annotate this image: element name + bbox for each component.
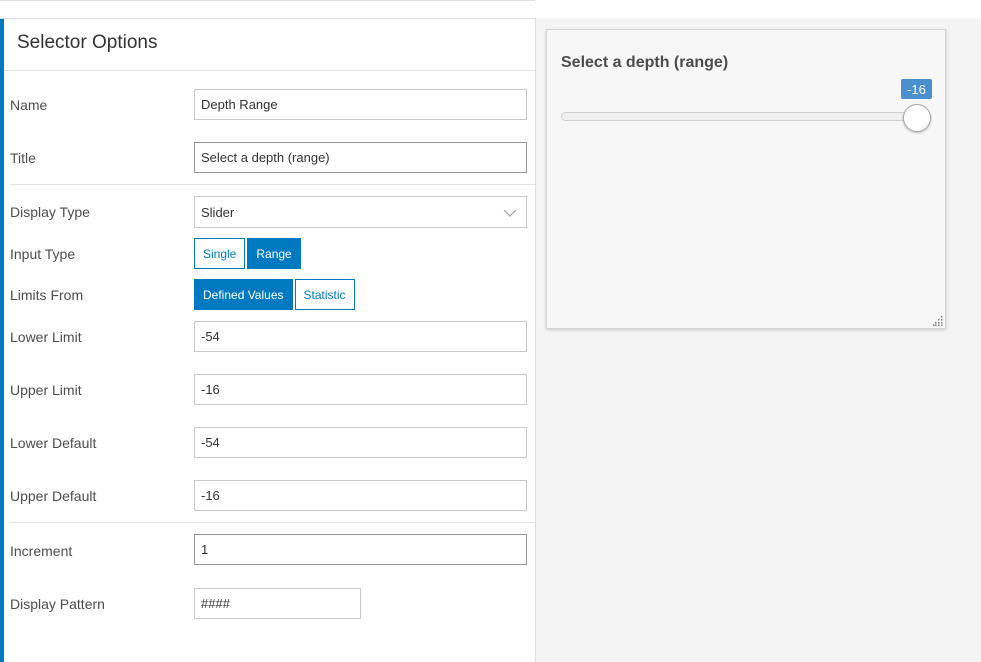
page-title: Selector Options: [17, 32, 158, 53]
name-input[interactable]: [194, 89, 527, 120]
top-divider: [0, 18, 535, 19]
upper-limit-label: Upper Limit: [10, 382, 82, 398]
input-type-toggle: Single Range: [194, 238, 301, 269]
chevron-down-icon: [503, 209, 517, 217]
section-divider: [10, 522, 535, 523]
display-type-select[interactable]: Slider: [194, 196, 527, 228]
selector-options-panel: Selector Options Name Title Display Type…: [0, 0, 535, 662]
limits-statistic-button[interactable]: Statistic: [294, 279, 355, 310]
lower-limit-input[interactable]: [194, 321, 527, 352]
input-type-label: Input Type: [10, 246, 76, 262]
slider-handle[interactable]: [903, 104, 931, 132]
input-type-range-button[interactable]: Range: [247, 238, 301, 269]
slider-track[interactable]: [561, 112, 931, 121]
lower-default-label: Lower Default: [10, 435, 97, 451]
limits-defined-values-button[interactable]: Defined Values: [194, 279, 293, 310]
title-divider: [4, 70, 535, 71]
lower-default-input[interactable]: [194, 427, 527, 458]
limits-from-label: Limits From: [10, 287, 84, 303]
upper-limit-input[interactable]: [194, 374, 527, 405]
panel-accent-bar: [0, 19, 4, 662]
name-label: Name: [10, 97, 48, 113]
display-pattern-input[interactable]: [194, 588, 361, 619]
display-type-value: Slider: [201, 205, 235, 220]
title-label: Title: [10, 150, 36, 166]
section-divider: [10, 184, 535, 185]
display-pattern-label: Display Pattern: [10, 596, 105, 612]
increment-label: Increment: [10, 543, 73, 559]
display-type-label: Display Type: [10, 204, 90, 220]
widget-title: Select a depth (range): [561, 54, 729, 71]
resize-grip-icon[interactable]: [933, 316, 943, 326]
title-input[interactable]: [194, 142, 527, 173]
slider-value-badge: -16: [901, 79, 932, 99]
increment-input[interactable]: [194, 534, 527, 565]
app-root: Selector Options Name Title Display Type…: [0, 0, 981, 662]
limits-from-toggle: Defined Values Statistic: [194, 279, 355, 310]
upper-default-input[interactable]: [194, 480, 527, 511]
input-type-single-button[interactable]: Single: [194, 238, 246, 269]
lower-limit-label: Lower Limit: [10, 329, 82, 345]
upper-default-label: Upper Default: [10, 488, 97, 504]
selector-widget-preview: Select a depth (range) -16: [546, 29, 946, 329]
